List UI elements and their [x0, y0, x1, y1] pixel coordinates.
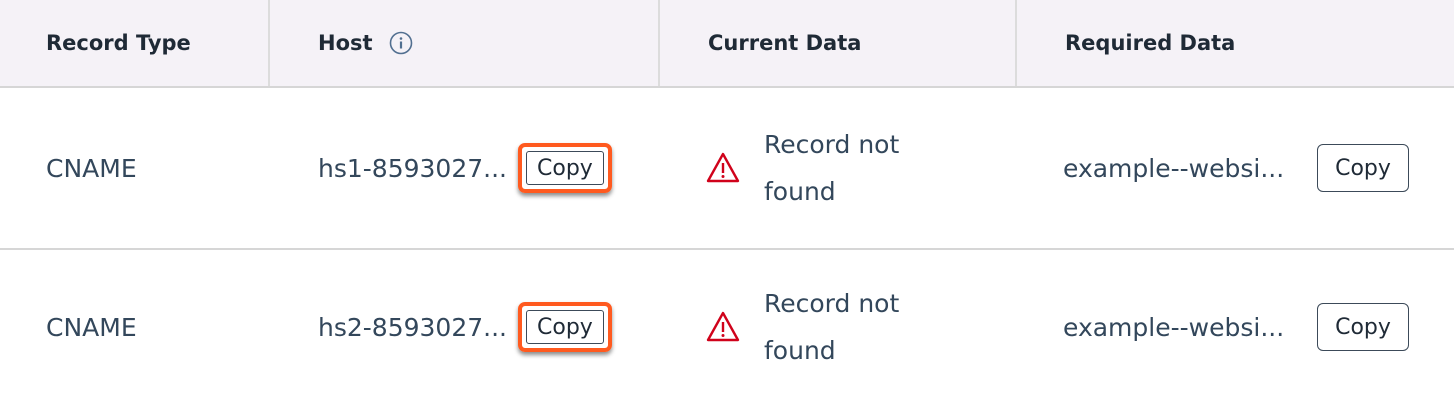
warning-icon [706, 311, 740, 342]
host-cell: hs2-8593027.... Copy [318, 250, 612, 404]
copy-button-highlight: Copy [518, 143, 612, 193]
record-type-cell: CNAME [46, 312, 137, 342]
required-data-cell: example--websi... Copy [1063, 88, 1409, 248]
current-data-value: Record not found [764, 130, 900, 206]
host-cell: hs1-8593027.... Copy [318, 88, 612, 248]
table-header: Record Type Host Current Data Required D… [0, 0, 1454, 88]
required-data-value: example--websi... [1063, 312, 1285, 342]
required-data-cell: example--websi... Copy [1063, 250, 1409, 404]
host-value: hs1-8593027.... [318, 153, 506, 183]
header-required-data: Required Data [1065, 31, 1236, 55]
column-divider [1015, 0, 1017, 86]
info-icon[interactable] [389, 31, 413, 55]
host-value: hs2-8593027.... [318, 312, 506, 342]
header-record-type: Record Type [46, 31, 191, 55]
copy-required-data-button[interactable]: Copy [1317, 144, 1409, 192]
header-host-label: Host [318, 31, 373, 55]
header-current-data: Current Data [708, 31, 862, 55]
required-data-value: example--websi... [1063, 153, 1285, 183]
current-data-cell: Record not found [706, 88, 924, 248]
current-data-value: Record not found [764, 289, 900, 365]
column-divider [658, 0, 660, 86]
dns-records-table: Record Type Host Current Data Required D… [0, 0, 1454, 404]
copy-required-data-button[interactable]: Copy [1317, 303, 1409, 351]
copy-host-button[interactable]: Copy [526, 310, 604, 344]
table-row: CNAME hs2-8593027.... Copy Record not fo… [0, 250, 1454, 404]
copy-host-button[interactable]: Copy [526, 151, 604, 185]
column-divider [268, 0, 270, 86]
warning-icon [706, 152, 740, 183]
current-data-cell: Record not found [706, 250, 924, 404]
copy-button-highlight: Copy [518, 302, 612, 352]
header-host: Host [318, 0, 413, 86]
table-row: CNAME hs1-8593027.... Copy Record not fo… [0, 88, 1454, 250]
record-type-cell: CNAME [46, 153, 137, 183]
